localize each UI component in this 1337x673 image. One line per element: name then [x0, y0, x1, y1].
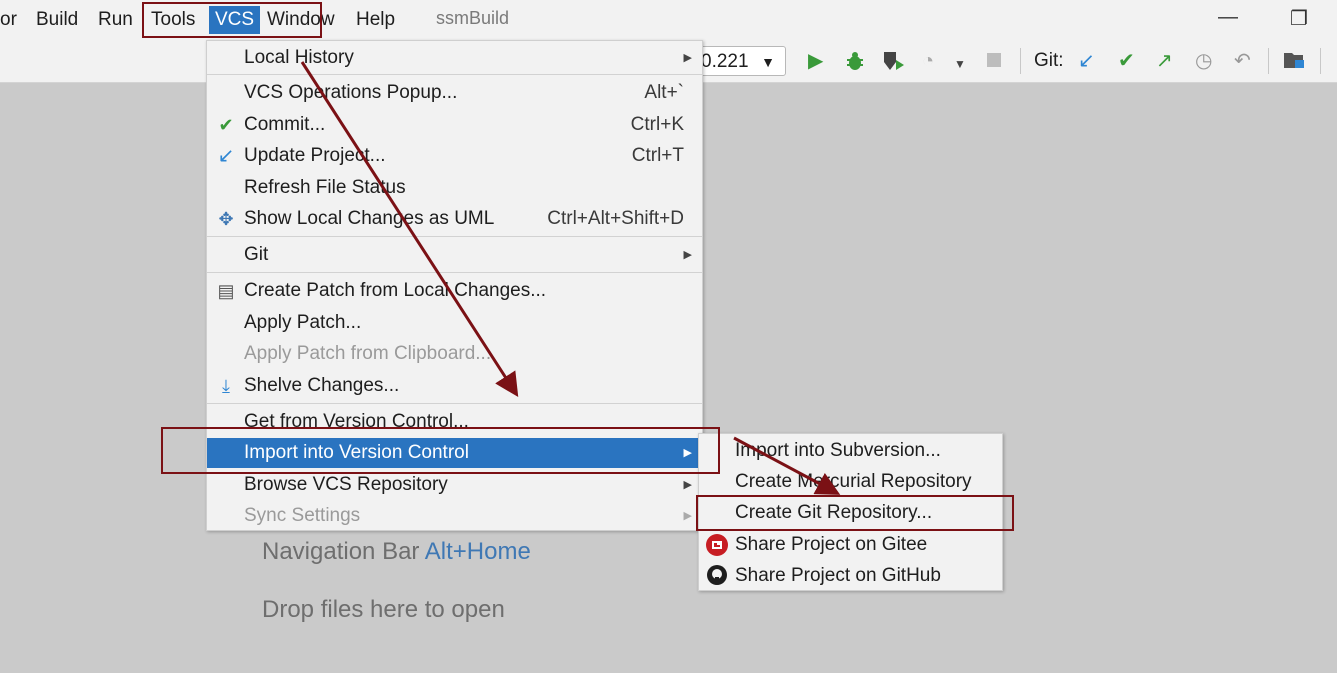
annotation-arrows [300, 61, 841, 495]
arrow-local-history-to-import [300, 61, 519, 398]
arrow-import-to-create-git [733, 436, 841, 495]
